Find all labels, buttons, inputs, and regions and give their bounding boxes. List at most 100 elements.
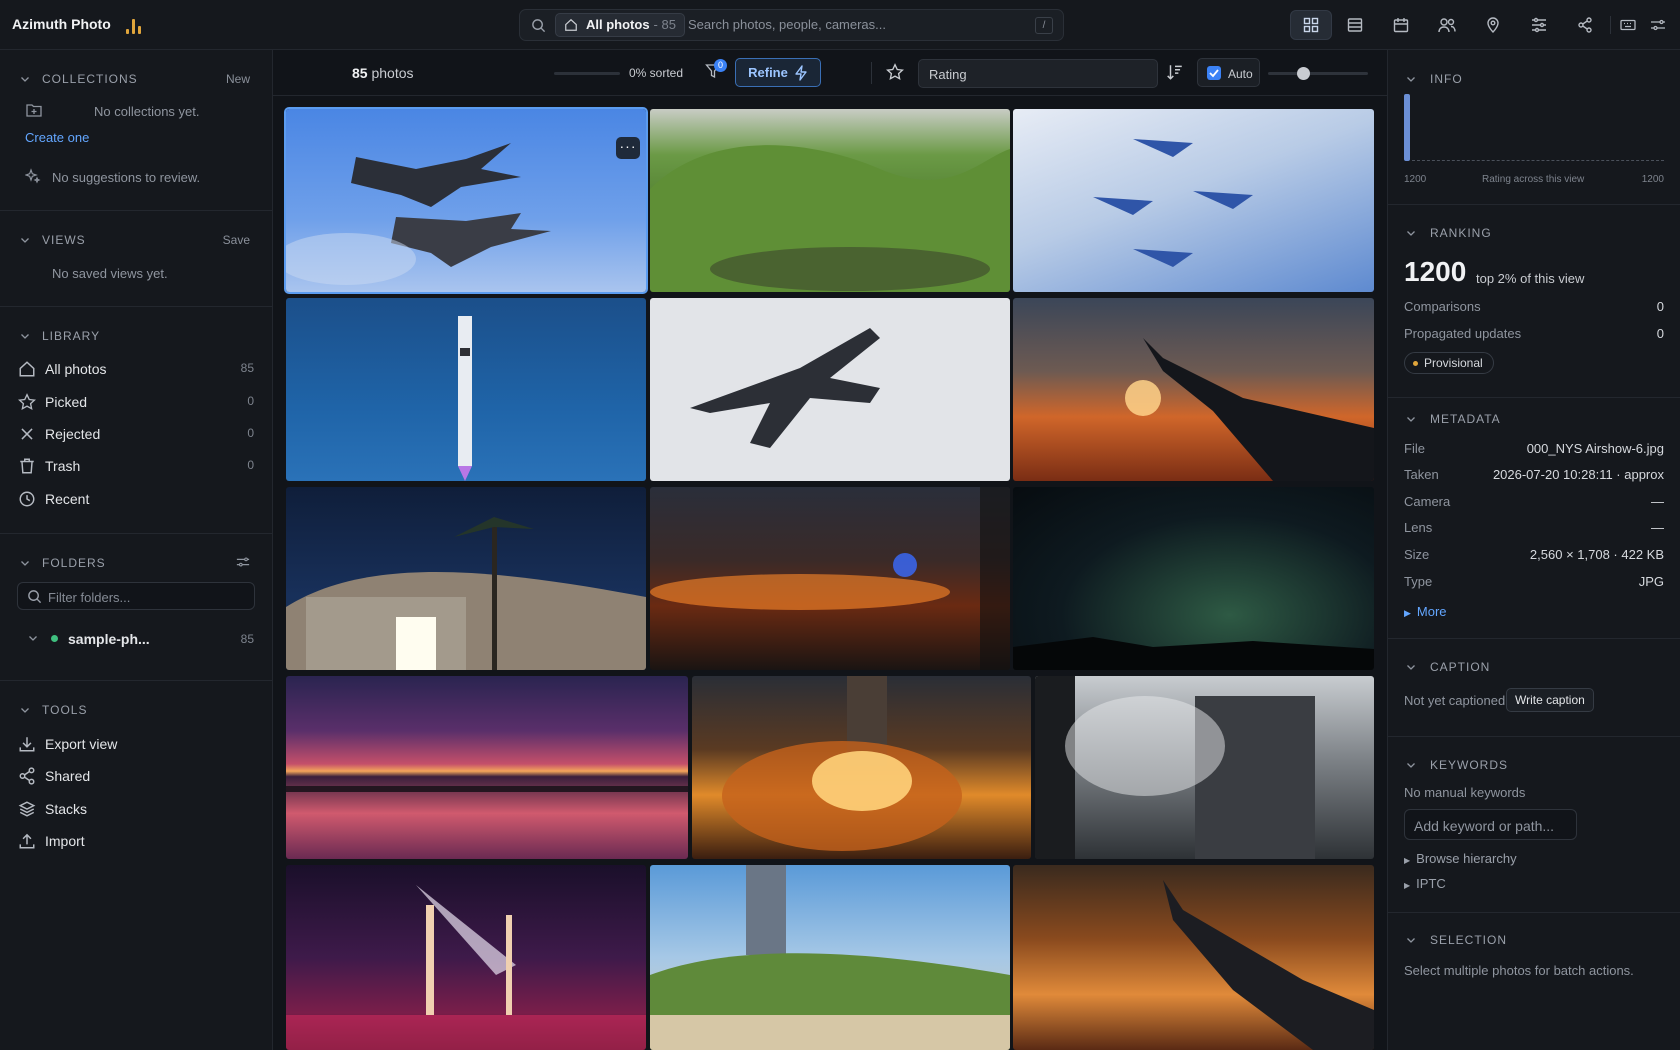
search-icon [532, 19, 546, 33]
sidebar-item-count: 0 [247, 458, 254, 472]
sidebar-item-picked[interactable]: Picked 0 [18, 390, 254, 414]
photo-thumbnail[interactable] [650, 109, 1010, 292]
folders-header[interactable]: FOLDERS [20, 556, 106, 570]
tool-shared[interactable]: Shared [18, 764, 254, 788]
photo-thumbnail[interactable] [1013, 298, 1374, 481]
browse-hierarchy-toggle[interactable]: ▶ Browse hierarchy [1404, 851, 1517, 866]
refine-button[interactable]: Refine [735, 58, 821, 87]
settings-icon [1651, 19, 1665, 31]
layers-icon [18, 801, 36, 817]
info-panel: INFO 1200 Rating across this view 1200 R… [1387, 50, 1680, 1050]
chevron-down-icon [1407, 231, 1415, 236]
views-header[interactable]: VIEWS [20, 233, 86, 247]
people-button[interactable] [1426, 10, 1468, 40]
auto-toggle[interactable]: Auto [1197, 58, 1260, 87]
home-icon [19, 361, 35, 377]
photo-thumbnail[interactable] [650, 298, 1010, 481]
folder-item[interactable]: sample-ph... 85 [26, 629, 256, 651]
share-button[interactable] [1564, 10, 1606, 40]
calendar-button[interactable] [1380, 10, 1422, 40]
sidebar-item-label: All photos [45, 361, 107, 377]
sidebar-item-label: Trash [45, 458, 81, 474]
search-icon [28, 590, 42, 604]
tool-import[interactable]: Import [18, 829, 254, 853]
tool-stacks[interactable]: Stacks [18, 797, 254, 821]
sidebar-item-rejected[interactable]: Rejected 0 [18, 422, 254, 446]
ranking-title: RANKING [1430, 226, 1492, 240]
tool-label: Export view [45, 736, 118, 752]
photo-count: 85 photos [352, 65, 414, 81]
settings-button[interactable] [1638, 10, 1678, 40]
chevron-down-icon [1407, 77, 1415, 82]
info-header[interactable]: INFO [1406, 72, 1463, 86]
distribution-bar [1404, 94, 1410, 161]
folder-plus-icon [26, 104, 42, 117]
create-collection-link[interactable]: Create one [25, 130, 89, 145]
sort-direction-icon[interactable] [1166, 63, 1184, 81]
search-shortcut: / [1035, 17, 1053, 34]
sidebar-item-count: 85 [240, 361, 254, 375]
adjustments-button[interactable] [1518, 10, 1560, 40]
auto-checkbox[interactable] [1207, 66, 1221, 80]
axis-max-label: 1200 [1641, 174, 1664, 185]
sort-field-select[interactable]: Rating [918, 59, 1158, 88]
photo-thumbnail[interactable] [286, 676, 688, 859]
photo-thumbnail[interactable]: ··· [286, 109, 646, 292]
photo-thumbnail[interactable] [286, 298, 646, 481]
metadata-header[interactable]: METADATA [1406, 412, 1501, 426]
sidebar-item-trash[interactable]: Trash 0 [18, 454, 254, 478]
upload-icon [19, 833, 35, 849]
search-bar[interactable]: All photos - 85 Search photos, people, ca… [519, 9, 1064, 41]
photo-thumbnail[interactable] [286, 865, 646, 1050]
keywords-title: KEYWORDS [1430, 758, 1509, 772]
iptc-toggle[interactable]: ▶ IPTC [1404, 876, 1446, 891]
photo-thumbnail[interactable] [650, 865, 1010, 1050]
photo-thumbnail[interactable] [1013, 487, 1374, 670]
slider-knob[interactable] [1297, 67, 1310, 80]
filter-folders-input[interactable]: Filter folders... [17, 582, 255, 610]
write-caption-button[interactable]: Write caption [1506, 688, 1594, 712]
collections-header[interactable]: COLLECTIONS [20, 72, 138, 86]
ranking-header[interactable]: RANKING [1406, 226, 1492, 240]
selection-header[interactable]: SELECTION [1406, 933, 1507, 947]
tool-export-view[interactable]: Export view [18, 732, 254, 756]
top-bar: Azimuth Photo All photos - 85 Search phot… [0, 0, 1680, 50]
search-scope-chip[interactable]: All photos - 85 [555, 13, 685, 37]
new-collection-button[interactable]: New [226, 72, 250, 86]
table-view-button[interactable] [1334, 10, 1376, 40]
rating-score: 1200 [1404, 256, 1467, 287]
lightning-icon [795, 64, 807, 81]
caption-header[interactable]: CAPTION [1406, 660, 1490, 674]
map-pin-icon [1487, 17, 1499, 33]
sidebar-item-recent[interactable]: Recent [18, 487, 254, 511]
suggestions-empty-text: No suggestions to review. [52, 170, 201, 185]
tools-header[interactable]: TOOLS [20, 703, 87, 717]
sidebar-item-all-photos[interactable]: All photos 85 [18, 357, 254, 381]
keyword-input[interactable]: Add keyword or path... [1404, 809, 1577, 840]
x-icon [21, 428, 33, 440]
keywords-header[interactable]: KEYWORDS [1406, 758, 1508, 772]
star-icon[interactable] [886, 63, 904, 81]
grid-view-button[interactable] [1290, 10, 1332, 40]
folder-settings-icon[interactable] [236, 555, 250, 569]
photo-thumbnail[interactable] [1035, 676, 1374, 859]
photo-thumbnail[interactable] [1013, 109, 1374, 292]
thumbnail-size-slider[interactable] [1268, 67, 1368, 80]
photo-thumbnail[interactable] [1013, 865, 1374, 1050]
metadata-more-toggle[interactable]: ▶ More [1404, 604, 1447, 619]
chevron-down-icon [21, 238, 29, 243]
library-header[interactable]: LIBRARY [20, 329, 100, 343]
collections-title: COLLECTIONS [42, 72, 138, 86]
photo-thumbnail[interactable] [692, 676, 1031, 859]
map-button[interactable] [1472, 10, 1514, 40]
sidebar-item-label: Picked [45, 394, 88, 410]
chevron-down-icon [21, 561, 29, 566]
more-options-button[interactable]: ··· [616, 137, 640, 159]
filter-button[interactable]: 0 [705, 59, 727, 83]
folder-count: 85 [240, 632, 254, 646]
search-input[interactable]: Search photos, people, cameras... [688, 17, 886, 32]
save-view-button[interactable]: Save [223, 233, 250, 247]
photo-thumbnail[interactable] [650, 487, 1010, 670]
caption-empty-text: Not yet captioned [1404, 693, 1506, 708]
photo-thumbnail[interactable] [286, 487, 646, 670]
